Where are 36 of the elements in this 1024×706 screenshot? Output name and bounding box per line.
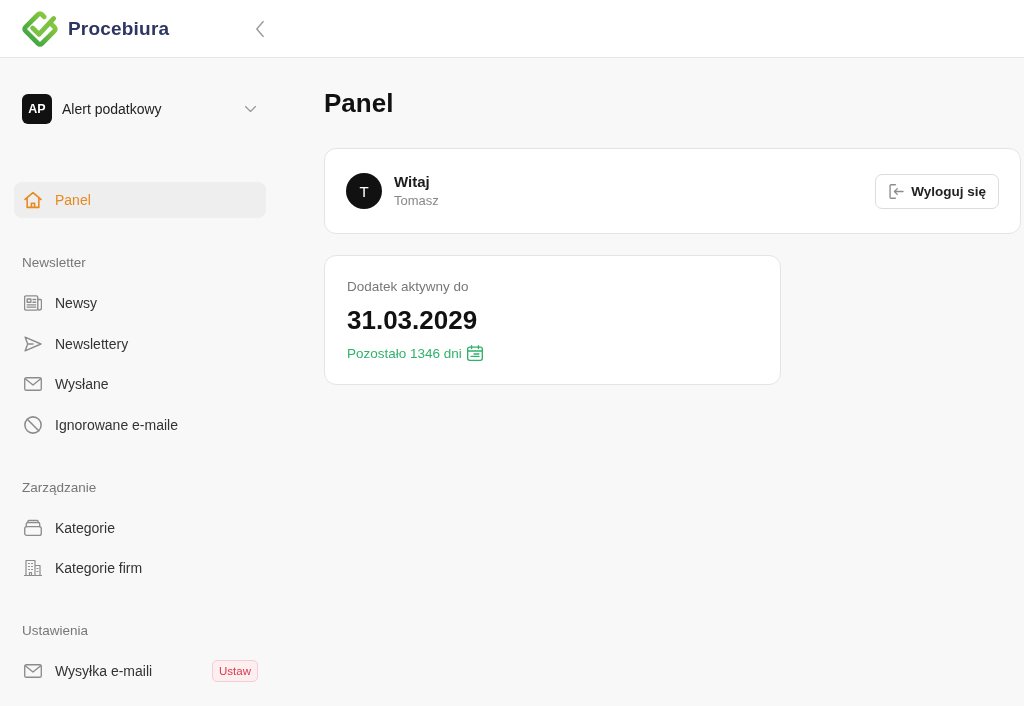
nav-item[interactable]: Kategorie [14,509,266,546]
home-icon [24,191,42,209]
user-name: Tomasz [394,192,439,210]
nav-item[interactable]: Wysyłka e-maili Ustaw [14,653,266,690]
brand-name: Procebiura [68,17,170,40]
tray-stack-icon [24,518,42,537]
workspace-avatar: AP [22,94,52,124]
user-avatar: T [346,173,382,209]
days-remaining: Pozostało 1346 dni [347,345,462,361]
logo-icon [22,10,58,47]
building-icon [24,559,42,578]
nav-item[interactable]: Ignorowane e-maile [14,406,266,443]
status-badge: Ustaw [212,660,258,683]
section-heading: Zarządzanie [22,478,97,497]
nav-item[interactable]: Newslettery [14,325,266,362]
envelope-icon [24,375,42,394]
calendar-icon [466,345,483,361]
section-heading: Ustawienia [22,622,89,641]
greeting-title: Witaj [394,172,430,192]
expiry-label: Dodatek aktywny do [347,279,469,295]
prohibited-icon [24,415,42,434]
workspace-selector[interactable]: AP Alert podatkowy [22,94,256,124]
collapse-button[interactable] [256,20,264,37]
envelope-icon [24,662,42,681]
newspaper-icon [24,294,42,312]
logout-icon [889,183,905,199]
nav-item[interactable]: Newsy [14,285,266,321]
section-heading: Newsletter [22,254,86,272]
logout-button[interactable]: Wyloguj się [875,173,999,209]
nav-item[interactable]: Kategorie firm [14,550,266,587]
nav-item[interactable]: Wysłane [14,366,266,403]
paper-plane-icon [24,334,42,353]
chevron-down-icon [245,106,256,112]
chevron-left-icon [256,20,264,37]
expiry-date: 31.03.2029 [347,304,478,336]
page-title: Panel [324,87,394,119]
